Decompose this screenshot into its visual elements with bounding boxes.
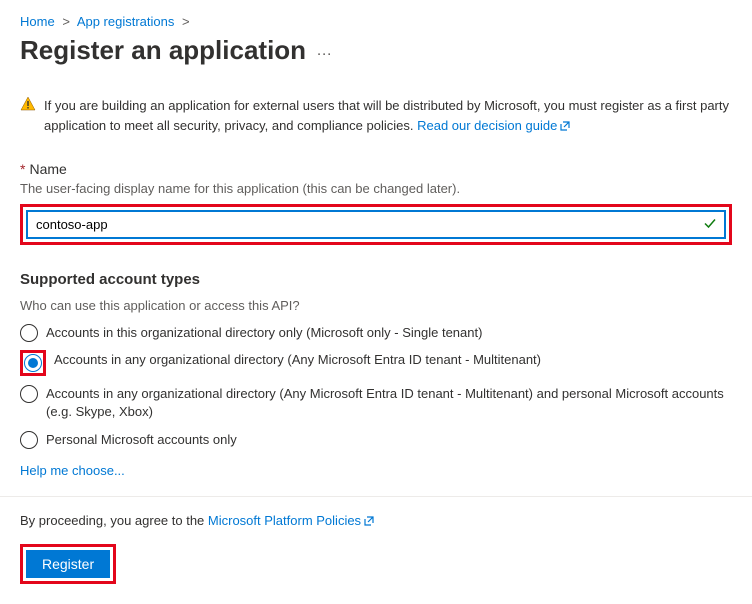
account-types-heading: Supported account types [20, 271, 732, 288]
radio-multitenant-personal[interactable]: Accounts in any organizational directory… [20, 384, 732, 421]
radio-label: Accounts in this organizational director… [46, 323, 482, 342]
decision-guide-link[interactable]: Read our decision guide [417, 118, 571, 133]
radio-single-tenant[interactable]: Accounts in this organizational director… [20, 323, 732, 342]
breadcrumb-home[interactable]: Home [20, 14, 55, 29]
name-input[interactable] [26, 210, 726, 239]
name-label: *Name [20, 161, 732, 177]
warning-banner: If you are building an application for e… [20, 96, 732, 137]
warning-icon [20, 96, 36, 137]
radio-multitenant[interactable]: Accounts in any organizational directory… [20, 350, 732, 376]
external-link-icon [559, 118, 571, 138]
radio-label: Accounts in any organizational directory… [54, 350, 541, 369]
platform-policies-link[interactable]: Microsoft Platform Policies [208, 513, 375, 528]
account-types-question: Who can use this application or access t… [20, 298, 732, 313]
register-button[interactable]: Register [26, 550, 110, 578]
register-button-highlight: Register [20, 544, 116, 584]
chevron-right-icon: > [62, 14, 70, 29]
help-me-choose-link[interactable]: Help me choose... [20, 463, 125, 478]
required-indicator: * [20, 161, 25, 177]
external-link-icon [363, 515, 375, 530]
page-title: Register an application [20, 35, 306, 66]
breadcrumb-app-registrations[interactable]: App registrations [77, 14, 175, 29]
breadcrumb: Home > App registrations > [20, 14, 732, 29]
warning-text: If you are building an application for e… [44, 96, 732, 137]
more-actions-icon[interactable]: … [316, 42, 334, 60]
radio-label: Personal Microsoft accounts only [46, 430, 237, 449]
consent-text: By proceeding, you agree to the Microsof… [20, 513, 732, 530]
radio-highlight [20, 350, 46, 376]
radio-label: Accounts in any organizational directory… [46, 384, 732, 421]
radio-personal-only[interactable]: Personal Microsoft accounts only [20, 430, 732, 449]
name-hint: The user-facing display name for this ap… [20, 181, 732, 196]
divider [0, 496, 752, 497]
name-input-highlight [20, 204, 732, 245]
chevron-right-icon: > [182, 14, 190, 29]
